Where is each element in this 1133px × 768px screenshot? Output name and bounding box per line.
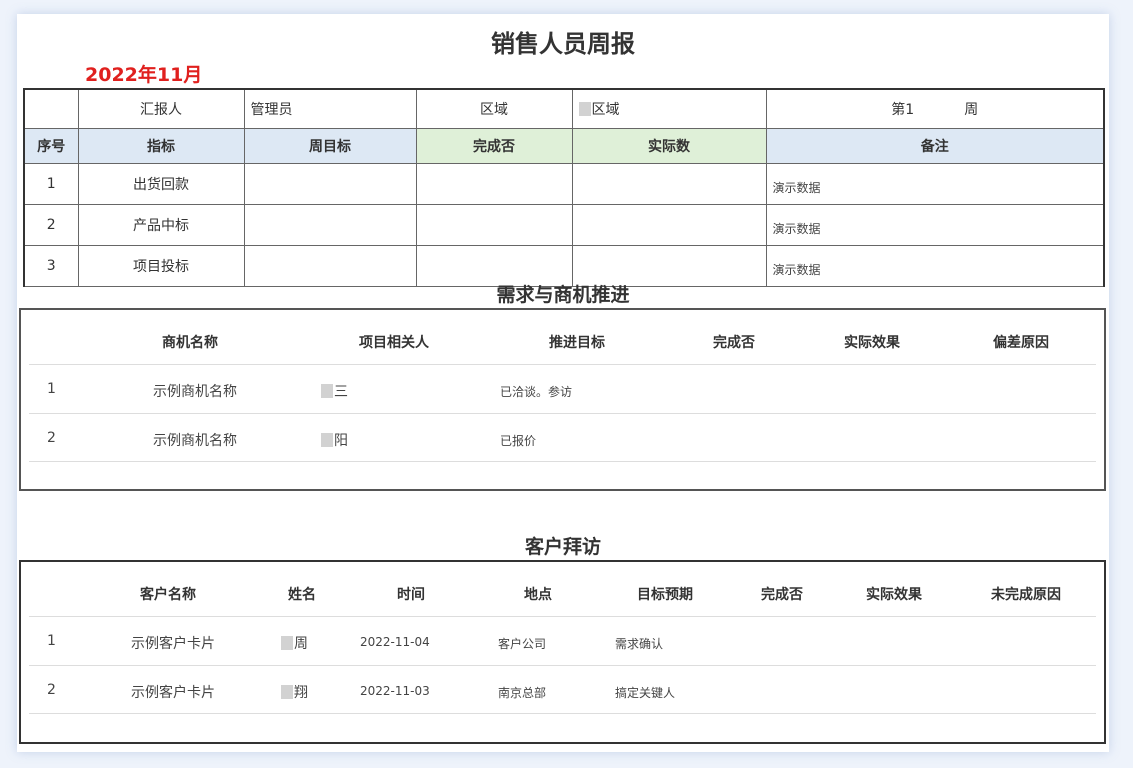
col-header-goal: 目标预期	[637, 587, 693, 603]
row-done-cell[interactable]	[415, 204, 573, 246]
weekly-info-blank	[23, 88, 79, 129]
region-value-cell[interactable]: 区域	[571, 88, 767, 129]
visit-place: 南京总部	[498, 686, 547, 700]
redacted-mark	[321, 433, 333, 447]
visit-place: 客户公司	[498, 637, 547, 651]
row-metric: 出货回款	[77, 163, 245, 205]
col-header-reason: 偏差原因	[993, 335, 1049, 351]
weekly-table: 汇报人 管理员 区域 区域 第1 周 序号 指标 周目标 完成否 实际数 备注 1…	[23, 88, 1105, 287]
row-no: 2	[47, 682, 56, 698]
col-header-effect: 实际效果	[866, 587, 922, 603]
visit-goal: 搞定关键人	[615, 686, 676, 700]
col-header-goal: 推进目标	[549, 335, 605, 351]
row-no: 2	[23, 204, 79, 246]
row-done-cell[interactable]	[415, 163, 573, 205]
col-header-reason: 未完成原因	[991, 587, 1061, 603]
contact-name: 翔	[281, 682, 308, 702]
row-no: 1	[47, 381, 56, 397]
redacted-mark	[281, 685, 293, 699]
opportunity-row[interactable]: 1 示例商机名称 三 已洽谈。参访	[29, 365, 1096, 414]
stakeholder-name: 阳	[334, 433, 348, 449]
opportunity-name[interactable]: 示例商机名称	[153, 430, 237, 450]
col-header-stakeholder: 项目相关人	[359, 335, 429, 351]
reporter-value[interactable]: 管理员	[243, 88, 417, 129]
visit-time: 2022-11-03	[360, 684, 430, 698]
col-header-time: 时间	[397, 587, 425, 603]
row-metric: 产品中标	[77, 204, 245, 246]
region-value: 区域	[591, 102, 620, 118]
goal-text: 已洽谈。参访	[500, 385, 573, 399]
redacted-mark	[578, 102, 591, 116]
row-note[interactable]: 演示数据	[765, 204, 1105, 246]
col-header-customer: 客户名称	[140, 587, 196, 603]
stakeholder: 阳	[321, 430, 348, 450]
visit-row[interactable]: 2 示例客户卡片 翔 2022-11-03 南京总部 搞定关键人	[29, 666, 1096, 714]
col-header-no: 序号	[23, 128, 79, 164]
col-header-done: 完成否	[713, 335, 755, 351]
week-cell[interactable]: 第1 周	[765, 88, 1105, 129]
col-header-target: 周目标	[243, 128, 417, 164]
visit-row[interactable]: 1 示例客户卡片 周 2022-11-04 客户公司 需求确认	[29, 617, 1096, 666]
report-month: 2022年11月	[85, 64, 203, 86]
col-header-done: 完成否	[761, 587, 803, 603]
week-prefix: 第1	[891, 102, 915, 118]
contact-name-text: 周	[294, 636, 308, 652]
contact-name-text: 翔	[294, 685, 308, 701]
region-label: 区域	[415, 88, 573, 129]
opportunity-row[interactable]: 2 示例商机名称 阳 已报价	[29, 414, 1096, 462]
week-suffix: 周	[964, 102, 979, 118]
col-header-effect: 实际效果	[844, 335, 900, 351]
col-header-opportunity: 商机名称	[162, 335, 218, 351]
row-no: 2	[47, 430, 56, 446]
row-actual-cell[interactable]	[571, 163, 767, 205]
weekly-header-row: 序号 指标 周目标 完成否 实际数 备注	[23, 128, 1105, 164]
weekly-row: 2 产品中标 演示数据	[23, 204, 1105, 246]
redacted-mark	[321, 384, 333, 398]
stakeholder-name: 三	[334, 384, 348, 400]
visits-title: 客户拜访	[524, 536, 601, 558]
weekly-info-row: 汇报人 管理员 区域 区域 第1 周	[23, 88, 1105, 129]
opportunity-name[interactable]: 示例商机名称	[153, 381, 237, 401]
weekly-row: 1 出货回款 演示数据	[23, 163, 1105, 205]
visit-goal: 需求确认	[615, 637, 664, 651]
row-note[interactable]: 演示数据	[765, 163, 1105, 205]
opportunities-header-row: 商机名称 项目相关人 推进目标 完成否 实际效果 偏差原因	[29, 320, 1096, 365]
customer-name[interactable]: 示例客户卡片	[131, 682, 215, 702]
customer-name[interactable]: 示例客户卡片	[131, 633, 215, 653]
opportunities-title: 需求与商机推进	[496, 284, 630, 306]
col-header-actual: 实际数	[571, 128, 767, 164]
opportunities-panel: 商机名称 项目相关人 推进目标 完成否 实际效果 偏差原因 1 示例商机名称 三…	[19, 308, 1106, 491]
col-header-metric: 指标	[77, 128, 245, 164]
row-no: 1	[23, 163, 79, 205]
col-header-note: 备注	[765, 128, 1105, 164]
visits-header-row: 客户名称 姓名 时间 地点 目标预期 完成否 实际效果 未完成原因	[29, 572, 1096, 617]
report-title: 销售人员周报	[491, 30, 635, 58]
visits-panel: 客户名称 姓名 时间 地点 目标预期 完成否 实际效果 未完成原因 1 示例客户…	[19, 560, 1106, 744]
col-header-done: 完成否	[415, 128, 573, 164]
row-actual-cell[interactable]	[571, 204, 767, 246]
redacted-mark	[281, 636, 293, 650]
reporter-label: 汇报人	[77, 88, 245, 129]
col-header-place: 地点	[524, 587, 552, 603]
col-header-name: 姓名	[288, 587, 316, 603]
row-target-cell[interactable]	[243, 204, 417, 246]
contact-name: 周	[281, 633, 308, 653]
table-clip-edge	[23, 268, 1105, 273]
report-sheet: 销售人员周报 2022年11月 汇报人 管理员 区域 区域 第1 周 序号 指标 …	[17, 14, 1109, 752]
stakeholder: 三	[321, 381, 348, 401]
row-no: 1	[47, 633, 56, 649]
goal-text: 已报价	[500, 434, 537, 448]
visit-time: 2022-11-04	[360, 635, 430, 649]
row-target-cell[interactable]	[243, 163, 417, 205]
